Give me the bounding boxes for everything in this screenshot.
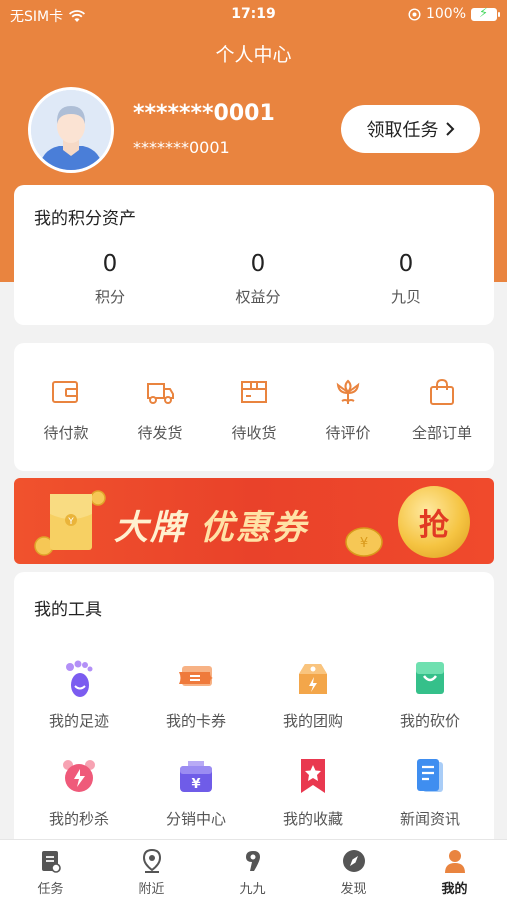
tab-task[interactable]: 任务 (0, 848, 101, 897)
red-envelope-icon: Y (34, 490, 106, 556)
tool-group-buy[interactable]: 我的团购 (254, 658, 372, 731)
nine-icon (245, 851, 260, 871)
points-assets-card: 我的积分资产 0 积分 0 权益分 0 九贝 (14, 185, 494, 325)
asset-equity[interactable]: 0 权益分 (198, 251, 318, 307)
asset-value: 0 (398, 251, 414, 277)
flower-icon (336, 379, 360, 404)
battery-percent: 100% (425, 6, 466, 22)
shopping-bag-icon (430, 378, 454, 405)
asset-label: 九贝 (390, 288, 421, 306)
location-icon (142, 848, 161, 873)
my-tools-card: 我的工具 我的足迹 我的卡券 我的团购 我的砍价 我的秒杀 ¥ 分销中心 我的收… (14, 572, 494, 848)
tab-label: 发现 (340, 882, 367, 897)
tool-flash-sale[interactable]: 我的秒杀 (20, 756, 138, 829)
avatar[interactable] (28, 87, 114, 173)
claim-task-label: 领取任务 (366, 120, 439, 141)
coupon-icon (179, 666, 213, 686)
news-icon (417, 759, 443, 792)
tool-label: 分销中心 (165, 810, 226, 828)
order-label: 待付款 (43, 424, 89, 442)
asset-label: 积分 (94, 288, 125, 306)
tab-mine[interactable]: 我的 (404, 848, 505, 897)
group-buy-icon (299, 664, 327, 694)
banner-title-a: 大牌 (114, 508, 186, 548)
tab-jiujiu[interactable]: 九九 (202, 848, 303, 897)
svg-text:¥: ¥ (191, 777, 200, 792)
tool-news[interactable]: 新闻资讯 (371, 756, 489, 829)
status-bar: 无SIM卡 17:19 100% ⚡ (0, 0, 507, 28)
order-label: 全部订单 (411, 424, 472, 442)
tab-label: 任务 (37, 882, 64, 897)
order-pending-receipt[interactable]: 待收货 (206, 376, 302, 443)
asset-points[interactable]: 0 积分 (50, 251, 170, 307)
tool-favorites[interactable]: 我的收藏 (254, 756, 372, 829)
claim-task-button[interactable]: 领取任务 (341, 105, 480, 153)
asset-jiubei[interactable]: 0 九贝 (346, 251, 466, 307)
orders-card: 待付款 待发货 待收货 待评价 全部订单 (14, 343, 494, 471)
distribution-icon: ¥ (180, 761, 212, 792)
truck-icon (147, 383, 174, 404)
assets-title: 我的积分资产 (34, 209, 136, 229)
asset-value: 0 (102, 251, 118, 277)
user-avatar-icon (31, 90, 111, 170)
tool-coupons[interactable]: 我的卡券 (137, 658, 255, 731)
banner-title: 大牌 优惠券 (114, 500, 308, 549)
bookmark-icon (301, 759, 325, 793)
wallet-icon (52, 381, 78, 403)
tool-label: 我的团购 (282, 712, 343, 730)
alarm-clock-icon (63, 760, 95, 792)
order-label: 待评价 (325, 424, 371, 442)
asset-label: 权益分 (235, 288, 281, 306)
footprint-icon (66, 660, 93, 697)
tool-distribution[interactable]: ¥ 分销中心 (137, 756, 255, 829)
tool-label: 我的收藏 (282, 810, 343, 828)
battery-icon: ⚡ (471, 6, 500, 21)
username: *******0001 (133, 101, 275, 126)
tool-label: 我的砍价 (399, 712, 460, 730)
page-title: 个人中心 (215, 44, 292, 66)
user-id: *******0001 (133, 138, 230, 157)
compass-icon (342, 850, 365, 872)
banner-title-b: 优惠券 (199, 508, 308, 548)
grab-coupon-button[interactable]: 抢 (398, 486, 470, 558)
chevron-right-icon (445, 122, 454, 136)
tab-label: 九九 (239, 882, 266, 897)
orientation-lock-icon (408, 7, 421, 21)
tab-label: 附近 (138, 882, 165, 897)
tab-label: 我的 (441, 882, 468, 897)
order-label: 待发货 (137, 424, 183, 442)
svg-text:Y: Y (67, 517, 74, 527)
tool-label: 我的秒杀 (48, 810, 109, 828)
tools-title: 我的工具 (34, 600, 102, 620)
tab-nearby[interactable]: 附近 (101, 848, 202, 897)
order-pending-payment[interactable]: 待付款 (18, 376, 114, 443)
coupon-banner[interactable]: Y 大牌 优惠券 ¥ 抢 (14, 478, 494, 564)
coin-decoration-icon: ¥ (345, 527, 383, 557)
order-pending-review[interactable]: 待评价 (300, 376, 396, 443)
tool-label: 新闻资讯 (399, 810, 460, 828)
order-label: 待收货 (231, 424, 277, 442)
tab-discover[interactable]: 发现 (303, 848, 404, 897)
tool-label: 我的卡券 (165, 712, 226, 730)
bargain-bag-icon (416, 662, 444, 694)
tool-footprint[interactable]: 我的足迹 (20, 658, 138, 731)
bottom-tab-bar: 任务 附近 九九 发现 我的 (0, 839, 507, 900)
task-icon (41, 851, 61, 873)
order-all[interactable]: 全部订单 (394, 376, 490, 443)
svg-text:¥: ¥ (360, 536, 368, 551)
package-icon (241, 381, 267, 403)
asset-value: 0 (250, 251, 266, 277)
order-pending-shipment[interactable]: 待发货 (112, 376, 208, 443)
person-icon (444, 850, 465, 873)
tool-label: 我的足迹 (48, 712, 109, 730)
tool-bargain[interactable]: 我的砍价 (371, 658, 489, 731)
